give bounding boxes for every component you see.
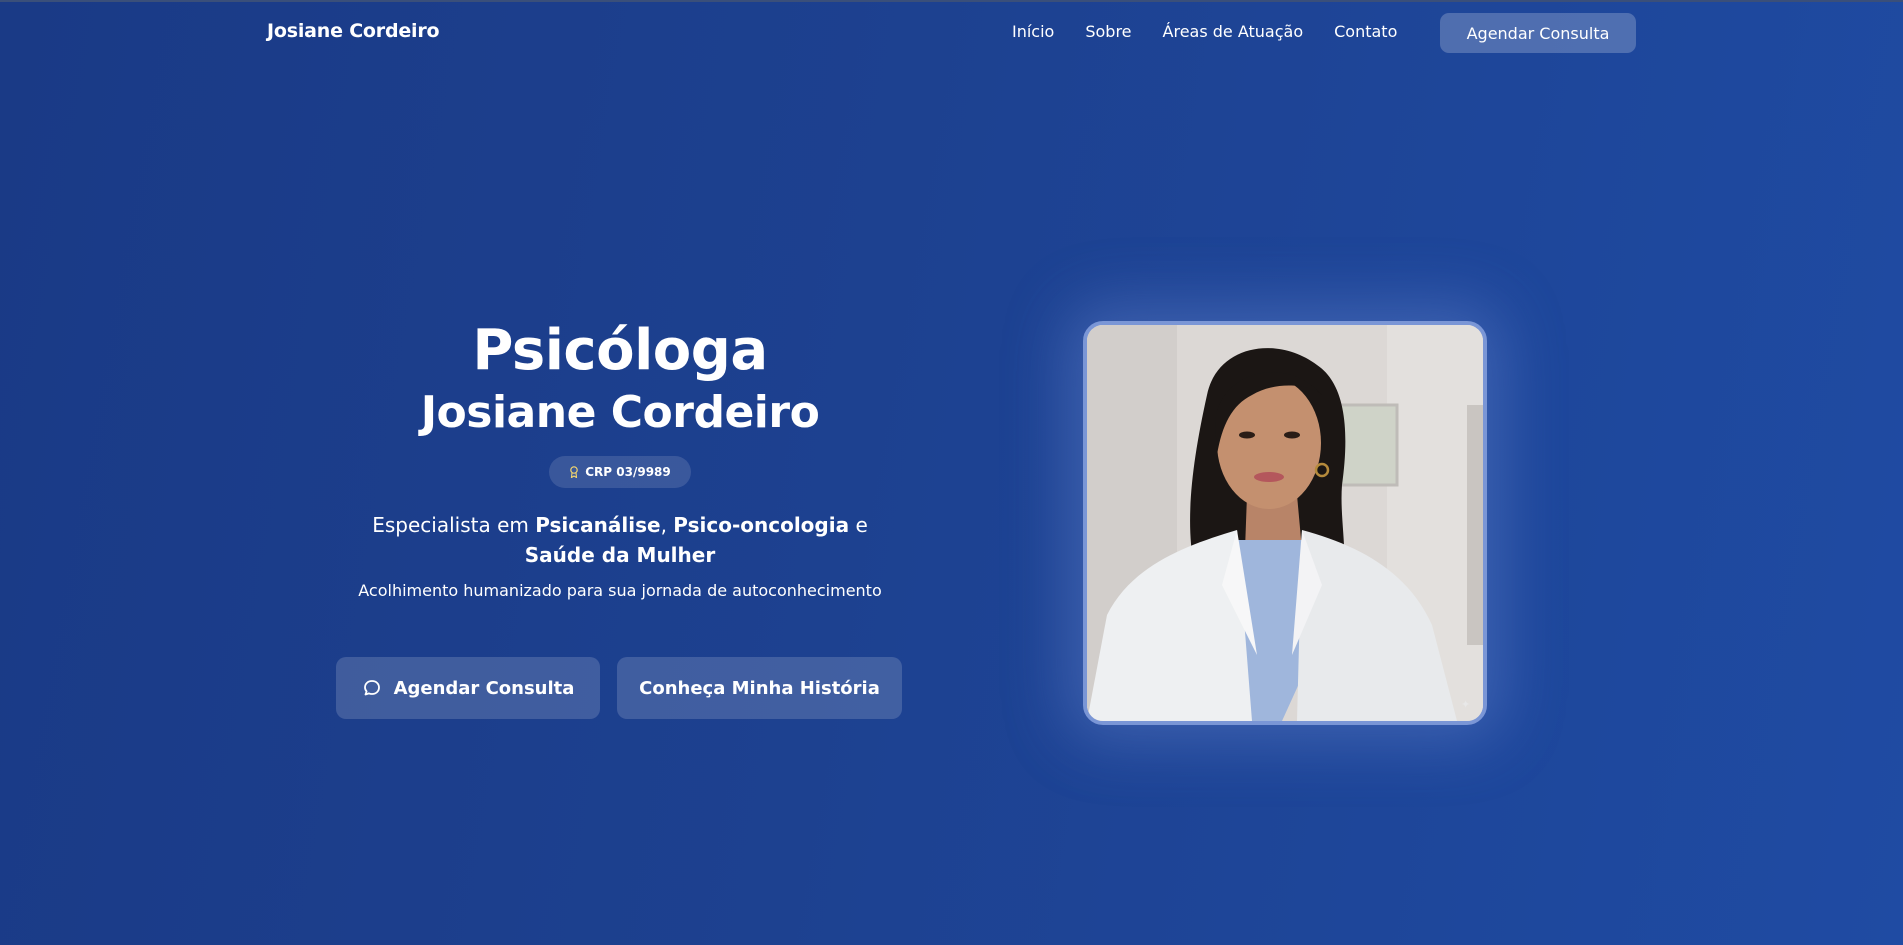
specialty-saude-mulher: Saúde da Mulher [524, 543, 716, 567]
nav-link-contato[interactable]: Contato [1334, 22, 1397, 41]
award-icon [570, 466, 579, 478]
top-navigation: Josiane Cordeiro Início Sobre Áreas de A… [0, 0, 1903, 66]
specialty-psico-oncologia: Psico-oncologia [673, 513, 850, 537]
portrait-illustration [1087, 325, 1483, 721]
nav-schedule-button[interactable]: Agendar Consulta [1440, 13, 1636, 53]
hero-actions: Agendar Consulta Conheça Minha História [336, 657, 902, 719]
hero-name: Josiane Cordeiro [420, 387, 820, 438]
crp-badge: CRP 03/9989 [549, 456, 691, 488]
specialty-sep: e [849, 513, 868, 537]
brand-logo[interactable]: Josiane Cordeiro [267, 20, 440, 42]
specialty-prefix: Especialista em [372, 513, 536, 537]
nav-links: Início Sobre Áreas de Atuação Contato [1012, 22, 1428, 41]
nav-link-inicio[interactable]: Início [1012, 22, 1054, 41]
hero-specialty: Especialista em Psicanálise, Psico-oncol… [340, 510, 900, 570]
specialty-sep: , [660, 513, 674, 537]
crp-badge-text: CRP 03/9989 [585, 465, 671, 479]
my-story-button[interactable]: Conheça Minha História [617, 657, 902, 719]
hero-content: Psicóloga Josiane Cordeiro CRP 03/9989 E… [330, 318, 910, 602]
hero-tagline: Acolhimento humanizado para sua jornada … [358, 581, 882, 600]
portrait-photo [1083, 321, 1487, 725]
nav-link-sobre[interactable]: Sobre [1085, 22, 1131, 41]
nav-link-areas[interactable]: Áreas de Atuação [1163, 22, 1304, 41]
specialty-psicanalise: Psicanálise [535, 513, 661, 537]
schedule-consultation-button[interactable]: Agendar Consulta [336, 657, 600, 719]
chat-bubble-icon [363, 680, 380, 696]
sparkle-icon: ✦ [1461, 698, 1471, 711]
hero-title: Psicóloga [472, 318, 768, 383]
schedule-consultation-label: Agendar Consulta [393, 677, 575, 699]
